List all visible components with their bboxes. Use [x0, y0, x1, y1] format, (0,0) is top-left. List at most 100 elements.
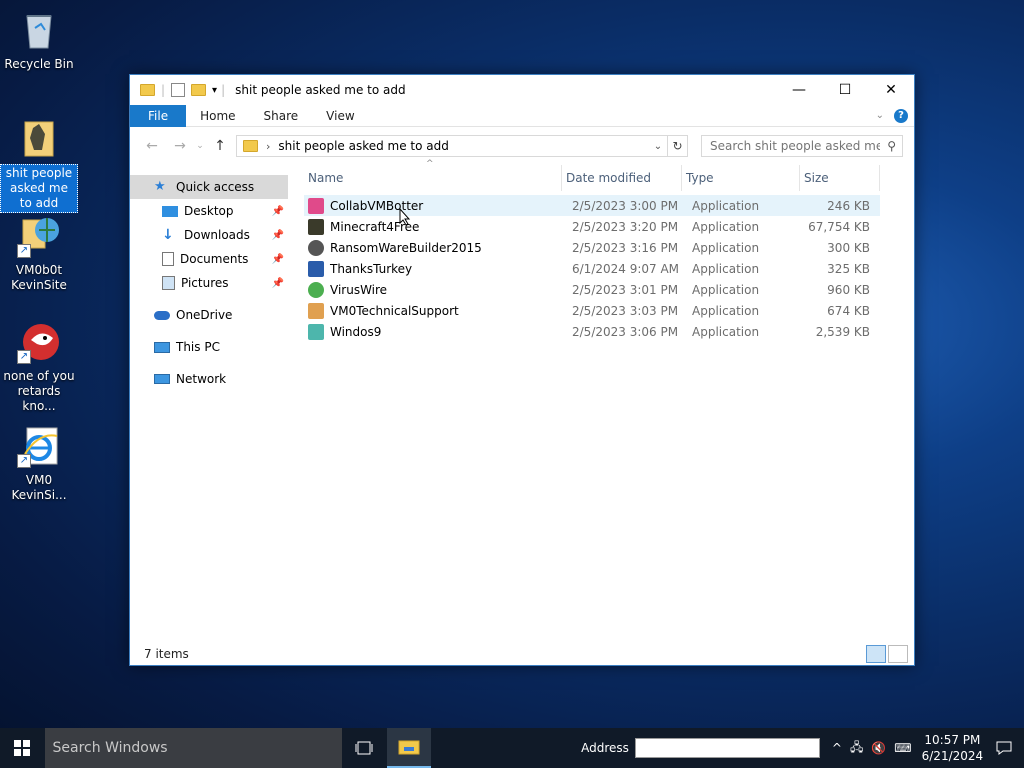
- nav-label: Pictures: [181, 276, 229, 290]
- thanksturkey-app-icon: [308, 260, 324, 277]
- pin-icon[interactable]: 📌: [272, 206, 284, 217]
- address-dropdown-icon[interactable]: ⌄: [649, 141, 667, 152]
- desktop-icon-vm0-kevinsite[interactable]: ↗ VM0 KevinSi...: [0, 424, 78, 504]
- navigation-pane: ★ Quick access Desktop 📌 ↓ Downloads 📌 D…: [130, 175, 288, 635]
- pictures-icon: [162, 276, 175, 290]
- nav-network[interactable]: Network: [130, 367, 288, 391]
- desktop-icon-none-of-you[interactable]: ↗ none of you retards kno...: [0, 320, 78, 415]
- volume-icon[interactable]: 🔇: [871, 741, 886, 755]
- refresh-button[interactable]: ↻: [668, 135, 688, 157]
- recycle-bin-icon: [17, 8, 61, 52]
- address-bar[interactable]: › shit people asked me to add ⌄: [236, 135, 668, 157]
- file-date: 2/5/2023 3:20 PM: [572, 219, 679, 234]
- nav-desktop[interactable]: Desktop 📌: [130, 199, 288, 223]
- cloud-icon: [154, 310, 170, 320]
- documents-icon: [162, 252, 174, 266]
- customize-qa-chevron-icon[interactable]: ▾: [212, 85, 217, 96]
- table-row[interactable]: Windos9 2/5/2023 3:06 PM Application 2,5…: [304, 321, 880, 342]
- star-icon: ★: [154, 179, 166, 194]
- start-button[interactable]: [0, 728, 45, 768]
- desktop-icon-label: VM0b0t KevinSite: [11, 263, 67, 292]
- nav-downloads[interactable]: ↓ Downloads 📌: [130, 223, 288, 247]
- computer-icon: [154, 341, 170, 353]
- desktop-icon-label: shit people asked me to add: [0, 164, 78, 213]
- file-date: 2/5/2023 3:00 PM: [572, 198, 679, 213]
- folder-icon: [140, 84, 155, 96]
- maximize-button[interactable]: ☐: [822, 75, 868, 105]
- breadcrumb-chevron-icon[interactable]: ›: [266, 140, 270, 153]
- desktop-icon-folder[interactable]: shit people asked me to add: [0, 116, 78, 213]
- details-view-icon[interactable]: [866, 645, 886, 663]
- file-size: 960 KB: [827, 282, 870, 297]
- desktop-icon-recycle-bin[interactable]: Recycle Bin: [0, 8, 78, 73]
- title-bar[interactable]: | ▾ | shit people asked me to add — ☐ ✕: [130, 75, 914, 105]
- nav-pictures[interactable]: Pictures 📌: [130, 271, 288, 295]
- tab-file[interactable]: File: [130, 104, 187, 127]
- recent-locations-chevron-icon[interactable]: ⌄: [194, 141, 206, 151]
- show-hidden-icons-chevron-icon[interactable]: ^: [832, 741, 842, 755]
- taskbar-address-input[interactable]: [634, 738, 820, 758]
- keyboard-icon[interactable]: ⌨: [894, 741, 911, 755]
- pin-icon[interactable]: 📌: [272, 254, 284, 265]
- breadcrumb[interactable]: shit people asked me to add: [278, 139, 448, 153]
- help-icon[interactable]: ?: [894, 108, 908, 123]
- file-size: 300 KB: [827, 240, 870, 255]
- minimize-button[interactable]: —: [776, 75, 822, 105]
- up-arrow-icon[interactable]: ↑: [206, 138, 234, 154]
- taskbar: Search Windows Address ^ 🖧 🔇 ⌨ 10:57 PM …: [0, 728, 1024, 768]
- file-type: Application: [692, 261, 760, 276]
- minecraft-app-icon: [308, 218, 324, 235]
- ribbon-tabs: File Home Share View ⌄ ?: [130, 104, 914, 127]
- nav-quick-access[interactable]: ★ Quick access: [130, 175, 288, 199]
- windos9-app-icon: [308, 323, 324, 340]
- internet-explorer-icon: ↗: [17, 424, 61, 468]
- tab-share[interactable]: Share: [250, 105, 313, 127]
- network-status-icon[interactable]: 🖧: [850, 738, 863, 759]
- search-box[interactable]: ⚲: [701, 135, 903, 157]
- file-list: ^ Name Date modified Type Size CollabVMB…: [304, 159, 880, 342]
- forward-arrow-icon[interactable]: →: [166, 138, 194, 154]
- tab-home[interactable]: Home: [186, 105, 249, 127]
- table-row[interactable]: ThanksTurkey 6/1/2024 9:07 AM Applicatio…: [304, 258, 880, 279]
- table-row[interactable]: RansomWareBuilder2015 2/5/2023 3:16 PM A…: [304, 237, 880, 258]
- desktop-icon-vm0b0t[interactable]: ↗ VM0b0t KevinSite: [0, 214, 78, 294]
- system-tray: ^ 🖧 🔇 ⌨: [832, 738, 912, 759]
- nav-documents[interactable]: Documents 📌: [130, 247, 288, 271]
- new-folder-icon[interactable]: [191, 84, 207, 96]
- column-header-type[interactable]: Type: [682, 165, 800, 191]
- task-view-button[interactable]: [342, 728, 387, 768]
- viruswire-app-icon: [308, 281, 324, 298]
- column-header-date[interactable]: Date modified: [562, 165, 682, 191]
- window-title: shit people asked me to add: [235, 83, 406, 97]
- tab-view[interactable]: View: [312, 105, 368, 127]
- taskbar-search-box[interactable]: Search Windows: [44, 728, 343, 768]
- back-arrow-icon[interactable]: ←: [138, 138, 166, 154]
- status-item-count: 7 items: [144, 647, 189, 661]
- nav-onedrive[interactable]: OneDrive: [130, 303, 288, 327]
- action-center-icon[interactable]: [983, 741, 1024, 755]
- large-icons-view-icon[interactable]: [888, 645, 908, 663]
- table-row[interactable]: VM0TechnicalSupport 2/5/2023 3:03 PM App…: [304, 300, 880, 321]
- network-folder-icon: ↗: [17, 214, 61, 258]
- properties-icon[interactable]: [171, 83, 186, 97]
- taskbar-clock[interactable]: 10:57 PM 6/21/2024: [922, 732, 984, 764]
- pin-icon[interactable]: 📌: [272, 230, 284, 241]
- nav-this-pc[interactable]: This PC: [130, 335, 288, 359]
- table-row[interactable]: Minecraft4Free 2/5/2023 3:20 PM Applicat…: [304, 216, 880, 237]
- expand-ribbon-chevron-icon[interactable]: ⌄: [876, 110, 884, 121]
- nav-label: Quick access: [176, 180, 255, 194]
- file-size: 2,539 KB: [815, 324, 870, 339]
- nav-label: This PC: [176, 340, 220, 354]
- pin-icon[interactable]: 📌: [272, 278, 284, 289]
- taskbar-file-explorer[interactable]: [386, 728, 432, 768]
- column-header-size[interactable]: Size: [800, 165, 880, 191]
- table-row[interactable]: VirusWire 2/5/2023 3:01 PM Application 9…: [304, 279, 880, 300]
- download-arrow-icon: ↓: [162, 227, 174, 243]
- table-row[interactable]: CollabVMBotter 2/5/2023 3:00 PM Applicat…: [304, 195, 880, 216]
- clock-date: 6/21/2024: [921, 749, 984, 763]
- file-explorer-window[interactable]: | ▾ | shit people asked me to add — ☐ ✕ …: [129, 74, 915, 666]
- nav-label: Network: [176, 372, 227, 386]
- nav-label: OneDrive: [176, 308, 233, 322]
- search-input[interactable]: [710, 139, 880, 153]
- close-button[interactable]: ✕: [868, 75, 914, 105]
